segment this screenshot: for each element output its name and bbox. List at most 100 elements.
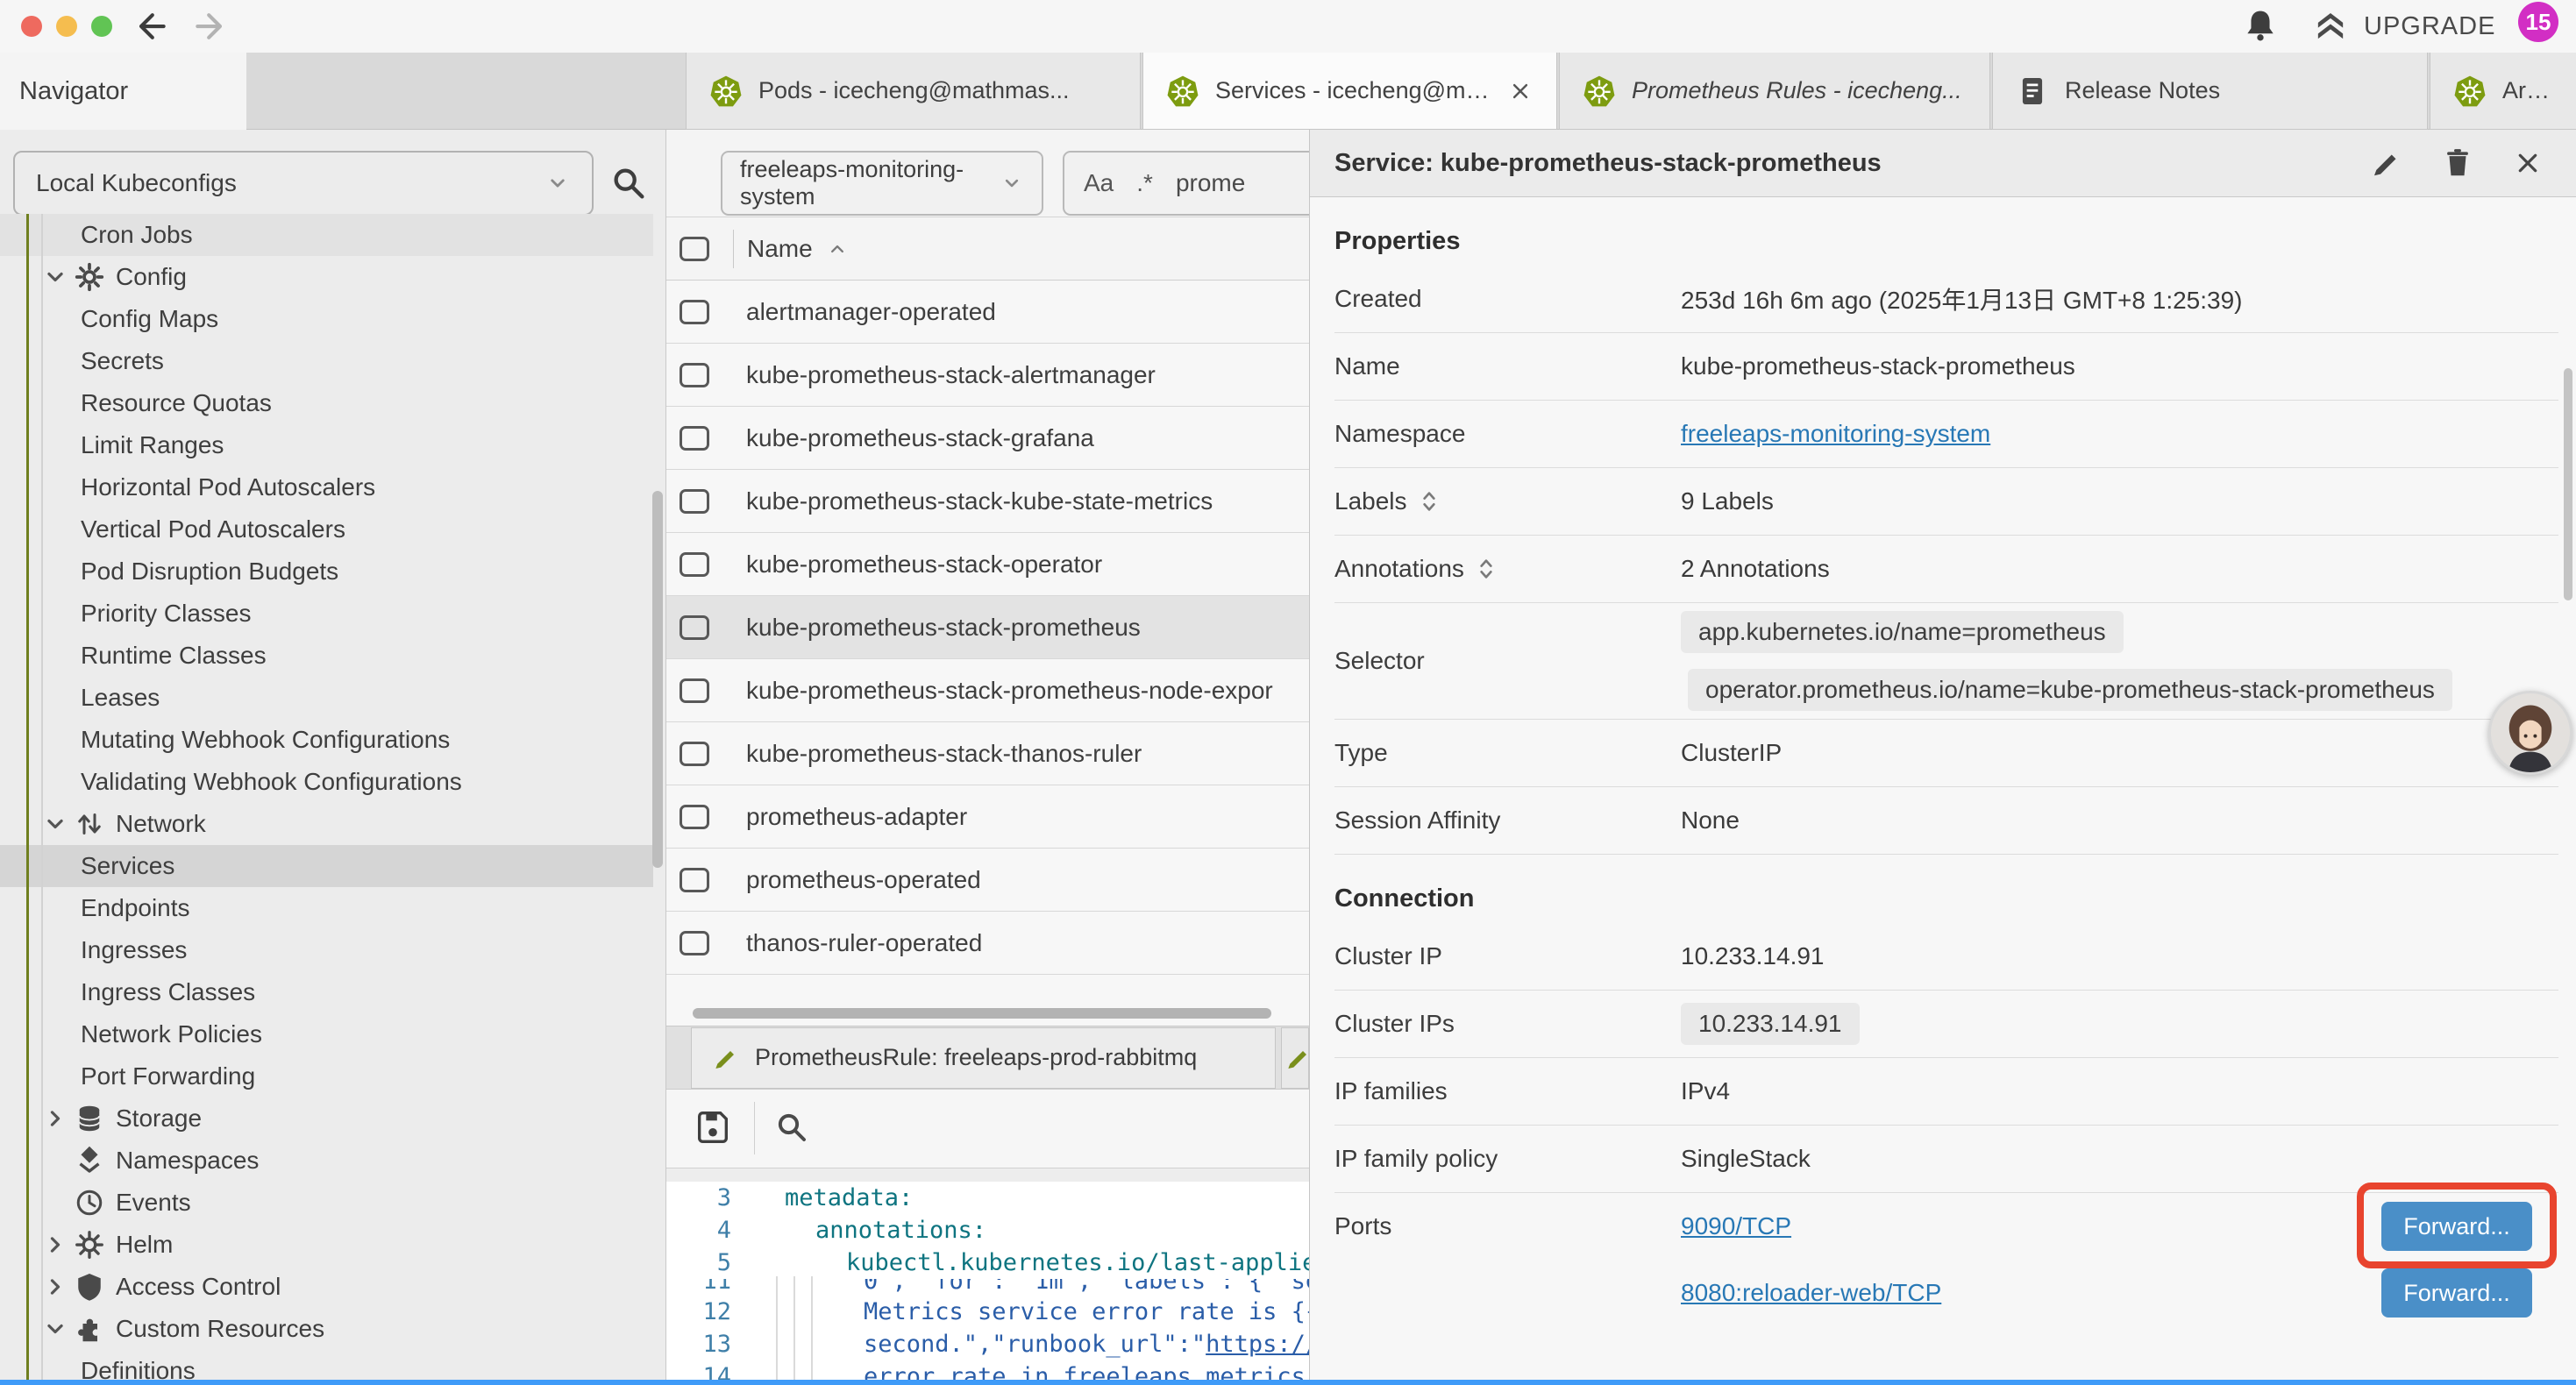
assistant-avatar[interactable] bbox=[2488, 691, 2572, 775]
notification-count-badge[interactable]: 15 bbox=[2518, 2, 2558, 42]
table-header[interactable]: Name bbox=[666, 217, 1309, 281]
service-row[interactable]: kube-prometheus-stack-thanos-ruler bbox=[666, 722, 1309, 785]
editor-tab-partial[interactable] bbox=[1281, 1027, 1309, 1089]
sidebar-tree-item[interactable]: Config bbox=[0, 256, 653, 298]
service-row[interactable]: prometheus-operated bbox=[666, 849, 1309, 912]
row-checkbox[interactable] bbox=[680, 931, 709, 955]
row-checkbox[interactable] bbox=[680, 868, 709, 892]
tree-chevron-icon[interactable] bbox=[40, 1314, 70, 1344]
window-close-button[interactable] bbox=[21, 16, 42, 37]
sidebar-tree-item[interactable]: Ingresses bbox=[0, 929, 653, 971]
port-link[interactable]: 8080:reloader-web/TCP bbox=[1681, 1279, 1941, 1307]
namespace-link[interactable]: freeleaps-monitoring-system bbox=[1681, 420, 1990, 447]
sort-ascending-icon[interactable] bbox=[825, 237, 850, 261]
tree-chevron-icon[interactable] bbox=[40, 1104, 70, 1133]
sidebar-tree-item[interactable]: Events bbox=[0, 1182, 653, 1224]
row-checkbox[interactable] bbox=[680, 363, 709, 387]
sidebar-tree-item[interactable]: Resource Quotas bbox=[0, 382, 653, 424]
sidebar-tree-item[interactable]: Endpoints bbox=[0, 887, 653, 929]
save-button[interactable] bbox=[693, 1107, 733, 1147]
tab-close-icon[interactable] bbox=[1507, 78, 1534, 104]
upgrade-button[interactable]: UPGRADE bbox=[2364, 12, 2495, 41]
sidebar-tree-item[interactable]: Priority Classes bbox=[0, 593, 653, 635]
close-icon[interactable] bbox=[2511, 146, 2544, 180]
sidebar-tree-item[interactable]: Access Control bbox=[0, 1266, 653, 1308]
app-tab[interactable]: Services - icecheng@math... bbox=[1142, 53, 1557, 130]
delete-trash-icon[interactable] bbox=[2441, 146, 2474, 180]
window-zoom-button[interactable] bbox=[91, 16, 112, 37]
sidebar-tree-item[interactable]: Namespaces bbox=[0, 1140, 653, 1182]
service-row[interactable]: thanos-ruler-operated bbox=[666, 912, 1309, 975]
row-checkbox[interactable] bbox=[680, 742, 709, 766]
sidebar-tree-item[interactable]: Config Maps bbox=[0, 298, 653, 340]
yaml-url-link[interactable]: https://net bbox=[1206, 1331, 1309, 1358]
detail-scrollbar-thumb[interactable] bbox=[2564, 368, 2572, 600]
port-link[interactable]: 9090/TCP bbox=[1681, 1212, 1791, 1240]
sidebar-tree-item[interactable]: Ingress Classes bbox=[0, 971, 653, 1013]
service-row[interactable]: kube-prometheus-stack-alertmanager bbox=[666, 344, 1309, 407]
tree-chevron-icon[interactable] bbox=[40, 1272, 70, 1302]
app-tab[interactable]: Pods - icecheng@mathmas... bbox=[686, 53, 1141, 130]
upgrade-chevrons-icon[interactable] bbox=[2311, 9, 2350, 44]
sidebar-tree-item[interactable]: Cron Jobs bbox=[0, 214, 653, 256]
forward-button[interactable]: Forward... bbox=[2381, 1268, 2532, 1318]
yaml-editor[interactable]: 3 metadata: 4 annotations: 5 kubectl.kub… bbox=[666, 1168, 1309, 1385]
kubeconfig-selector[interactable]: Local Kubeconfigs bbox=[13, 151, 594, 216]
sidebar-tree-item[interactable]: Vertical Pod Autoscalers bbox=[0, 508, 653, 550]
back-button[interactable] bbox=[132, 7, 170, 46]
row-checkbox[interactable] bbox=[680, 805, 709, 829]
row-checkbox[interactable] bbox=[680, 552, 709, 577]
sidebar-tree-item[interactable]: Services bbox=[0, 845, 653, 887]
sidebar-tree-item[interactable]: Custom Resources bbox=[0, 1308, 653, 1350]
window-minimize-button[interactable] bbox=[56, 16, 77, 37]
sidebar-tree-item[interactable]: Port Forwarding bbox=[0, 1055, 653, 1097]
sidebar-tree-item[interactable]: Helm bbox=[0, 1224, 653, 1266]
sidebar-tree-item[interactable]: Runtime Classes bbox=[0, 635, 653, 677]
row-checkbox[interactable] bbox=[680, 300, 709, 324]
app-tab[interactable]: Argo Se bbox=[2430, 53, 2576, 130]
column-header-name[interactable]: Name bbox=[747, 235, 813, 263]
sidebar-tree-item[interactable]: Pod Disruption Budgets bbox=[0, 550, 653, 593]
sidebar-tree-item[interactable]: Network Policies bbox=[0, 1013, 653, 1055]
match-case-toggle[interactable]: Aa bbox=[1084, 169, 1114, 197]
sidebar-tree-item[interactable]: Validating Webhook Configurations bbox=[0, 761, 653, 803]
row-checkbox[interactable] bbox=[680, 678, 709, 703]
sidebar-tree-item[interactable]: Mutating Webhook Configurations bbox=[0, 719, 653, 761]
tree-chevron-icon[interactable] bbox=[40, 1230, 70, 1260]
row-checkbox[interactable] bbox=[680, 489, 709, 514]
sidebar-tree-item[interactable]: Storage bbox=[0, 1097, 653, 1140]
service-row[interactable]: kube-prometheus-stack-grafana bbox=[666, 407, 1309, 470]
notifications-bell-icon[interactable] bbox=[2241, 7, 2280, 46]
tree-chevron-icon[interactable] bbox=[40, 262, 70, 292]
sidebar-tree-item[interactable]: Network bbox=[0, 803, 653, 845]
service-row[interactable]: kube-prometheus-stack-operator bbox=[666, 533, 1309, 596]
edit-pencil-icon[interactable] bbox=[2371, 146, 2404, 180]
search-input[interactable]: prome bbox=[1176, 169, 1245, 197]
row-checkbox[interactable] bbox=[680, 615, 709, 640]
sidebar-tree-item[interactable]: Secrets bbox=[0, 340, 653, 382]
regex-toggle[interactable]: .* bbox=[1136, 169, 1153, 197]
sidebar-scrollbar-thumb[interactable] bbox=[652, 491, 663, 868]
forward-button[interactable]: Forward... bbox=[2381, 1202, 2532, 1251]
app-tab[interactable]: Prometheus Rules - icecheng... bbox=[1559, 53, 1990, 130]
expand-sort-icon[interactable] bbox=[1475, 555, 1498, 583]
sidebar-tree-item[interactable]: Horizontal Pod Autoscalers bbox=[0, 466, 653, 508]
app-tab[interactable]: Release Notes bbox=[1992, 53, 2428, 130]
editor-search-button[interactable] bbox=[773, 1109, 810, 1146]
tree-chevron-icon[interactable] bbox=[40, 809, 70, 839]
list-horizontal-scrollbar-thumb[interactable] bbox=[693, 1008, 1271, 1019]
forward-button[interactable] bbox=[191, 7, 230, 46]
sidebar-search-button[interactable] bbox=[608, 163, 649, 203]
row-checkbox[interactable] bbox=[680, 426, 709, 451]
service-row[interactable]: alertmanager-operated bbox=[666, 281, 1309, 344]
select-all-checkbox[interactable] bbox=[680, 237, 709, 261]
service-row[interactable]: prometheus-adapter bbox=[666, 785, 1309, 849]
service-row[interactable]: kube-prometheus-stack-kube-state-metrics bbox=[666, 470, 1309, 533]
sidebar-tree-item[interactable]: Leases bbox=[0, 677, 653, 719]
service-row[interactable]: kube-prometheus-stack-prometheus bbox=[666, 596, 1309, 659]
list-search-box[interactable]: Aa .* prome bbox=[1063, 151, 1309, 216]
namespace-selector[interactable]: freeleaps-monitoring-system bbox=[721, 151, 1043, 216]
sidebar-tree-item[interactable]: Limit Ranges bbox=[0, 424, 653, 466]
service-row[interactable]: kube-prometheus-stack-prometheus-node-ex… bbox=[666, 659, 1309, 722]
editor-tab-prometheusrule[interactable]: PrometheusRule: freeleaps-prod-rabbitmq bbox=[691, 1027, 1276, 1089]
